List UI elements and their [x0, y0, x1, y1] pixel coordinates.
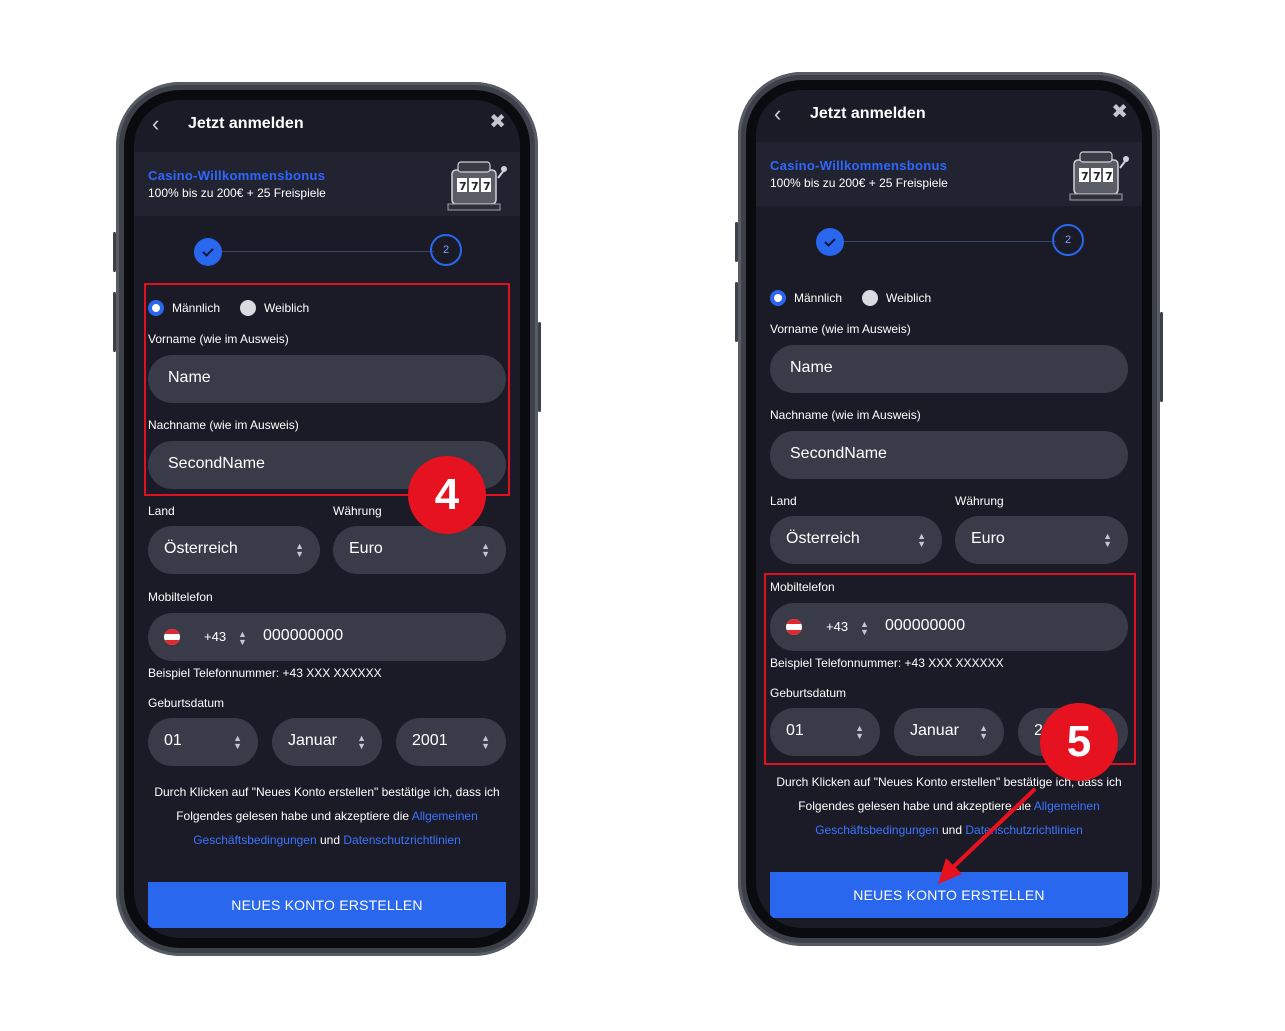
pointer-arrow-icon [938, 788, 1036, 884]
